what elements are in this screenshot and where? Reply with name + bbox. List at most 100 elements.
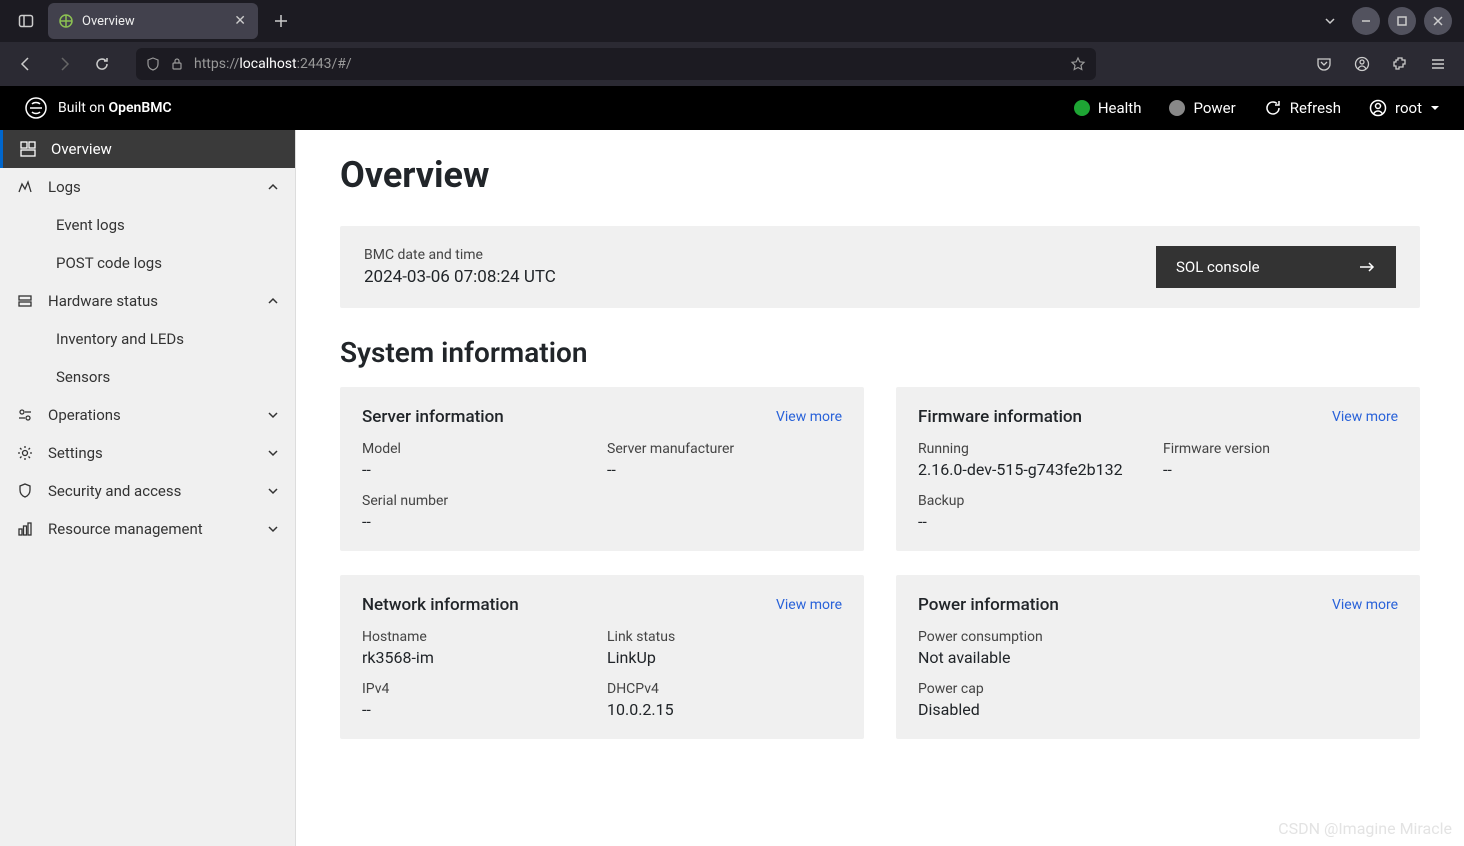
field-value: 2.16.0-dev-515-g743fe2b132: [918, 460, 1153, 479]
minimize-icon[interactable]: [1352, 7, 1380, 35]
health-dot-icon: [1074, 100, 1090, 116]
shield-icon: [146, 57, 160, 71]
section-heading: System information: [340, 336, 1420, 369]
back-button[interactable]: [10, 48, 42, 80]
sidebar-item-inventory-leds[interactable]: Inventory and LEDs: [0, 320, 295, 358]
browser-toolbar: https://localhost:2443/#/: [0, 42, 1464, 86]
server-info-card: Server information View more Model -- Ser…: [340, 387, 864, 551]
tabs-dropdown-icon[interactable]: [1316, 7, 1344, 35]
sidebar-item-settings[interactable]: Settings: [0, 434, 295, 472]
account-icon[interactable]: [1346, 48, 1378, 80]
field-label: Server manufacturer: [607, 441, 842, 457]
power-info-card: Power information View more Power consum…: [896, 575, 1420, 739]
browser-titlebar: Overview ✕: [0, 0, 1464, 42]
sidebar-panel-icon[interactable]: [12, 7, 40, 35]
sol-console-button[interactable]: SOL console: [1156, 246, 1396, 288]
bmc-datetime-value: 2024-03-06 07:08:24 UTC: [364, 267, 556, 287]
field-label: Power consumption: [918, 629, 1398, 645]
chevron-down-icon: [1430, 103, 1440, 113]
chevron-down-icon: [267, 447, 279, 459]
forward-button: [48, 48, 80, 80]
tab-title: Overview: [82, 14, 224, 29]
lock-icon: [170, 57, 184, 71]
maximize-icon[interactable]: [1388, 7, 1416, 35]
sidebar-item-security[interactable]: Security and access: [0, 472, 295, 510]
user-menu[interactable]: root: [1369, 99, 1440, 117]
page-title: Overview: [340, 154, 1420, 196]
shield-icon: [16, 482, 34, 500]
field-label: IPv4: [362, 681, 597, 697]
view-more-link[interactable]: View more: [1332, 409, 1398, 425]
chevron-up-icon: [267, 181, 279, 193]
sidebar-item-operations[interactable]: Operations: [0, 396, 295, 434]
card-title: Firmware information: [918, 407, 1082, 427]
sidebar-item-resource-management[interactable]: Resource management: [0, 510, 295, 548]
refresh-button[interactable]: Refresh: [1264, 99, 1341, 117]
brand-logo-icon: [24, 96, 48, 120]
tab-close-icon[interactable]: ✕: [232, 11, 248, 31]
chevron-down-icon: [267, 485, 279, 497]
bmc-card: BMC date and time 2024-03-06 07:08:24 UT…: [340, 226, 1420, 308]
reload-button[interactable]: [86, 48, 118, 80]
main-content: Overview BMC date and time 2024-03-06 07…: [296, 130, 1464, 846]
overview-icon: [19, 140, 37, 158]
new-tab-button[interactable]: [270, 10, 292, 32]
field-label: Model: [362, 441, 597, 457]
health-status[interactable]: Health: [1074, 99, 1142, 117]
sidebar-item-logs[interactable]: Logs: [0, 168, 295, 206]
chevron-down-icon: [267, 523, 279, 535]
field-label: Hostname: [362, 629, 597, 645]
brand: Built on OpenBMC: [24, 96, 172, 120]
url-text: https://localhost:2443/#/: [194, 56, 352, 72]
sidebar-label: Security and access: [48, 482, 181, 500]
pocket-icon[interactable]: [1308, 48, 1340, 80]
field-value: --: [607, 460, 842, 479]
sidebar-item-post-code-logs[interactable]: POST code logs: [0, 244, 295, 282]
field-value: 10.0.2.15: [607, 700, 842, 719]
gear-icon: [16, 444, 34, 462]
power-dot-icon: [1169, 100, 1185, 116]
field-value: --: [1163, 460, 1398, 479]
view-more-link[interactable]: View more: [1332, 597, 1398, 613]
sidebar-label: Resource management: [48, 520, 203, 538]
browser-tab[interactable]: Overview ✕: [48, 3, 258, 39]
sidebar-label: Settings: [48, 444, 103, 462]
extensions-icon[interactable]: [1384, 48, 1416, 80]
favicon-icon: [58, 13, 74, 29]
sidebar-item-sensors[interactable]: Sensors: [0, 358, 295, 396]
view-more-link[interactable]: View more: [776, 597, 842, 613]
sidebar-item-overview[interactable]: Overview: [0, 130, 295, 168]
field-value: rk3568-im: [362, 648, 597, 667]
field-label: Power cap: [918, 681, 1398, 697]
field-value: --: [362, 700, 597, 719]
bookmark-icon[interactable]: [1070, 56, 1086, 72]
arrow-right-icon: [1358, 258, 1376, 276]
power-status[interactable]: Power: [1169, 99, 1235, 117]
close-window-icon[interactable]: [1424, 7, 1452, 35]
sidebar-label: Hardware status: [48, 292, 158, 310]
sidebar-item-hardware-status[interactable]: Hardware status: [0, 282, 295, 320]
card-title: Server information: [362, 407, 504, 427]
sidebar: Overview Logs Event logs POST code logs …: [0, 130, 296, 846]
field-label: DHCPv4: [607, 681, 842, 697]
field-value: --: [362, 512, 597, 531]
operations-icon: [16, 406, 34, 424]
field-value: --: [362, 460, 597, 479]
sidebar-label: Logs: [48, 178, 81, 196]
field-value: Not available: [918, 648, 1398, 667]
user-icon: [1369, 99, 1387, 117]
card-title: Power information: [918, 595, 1059, 615]
field-label: Link status: [607, 629, 842, 645]
field-label: Firmware version: [1163, 441, 1398, 457]
card-title: Network information: [362, 595, 519, 615]
field-value: Disabled: [918, 700, 1398, 719]
network-info-card: Network information View more Hostname rk…: [340, 575, 864, 739]
sidebar-item-event-logs[interactable]: Event logs: [0, 206, 295, 244]
logs-icon: [16, 178, 34, 196]
field-label: Backup: [918, 493, 1153, 509]
menu-icon[interactable]: [1422, 48, 1454, 80]
address-bar[interactable]: https://localhost:2443/#/: [136, 48, 1096, 80]
view-more-link[interactable]: View more: [776, 409, 842, 425]
field-label: Serial number: [362, 493, 597, 509]
chevron-down-icon: [267, 409, 279, 421]
